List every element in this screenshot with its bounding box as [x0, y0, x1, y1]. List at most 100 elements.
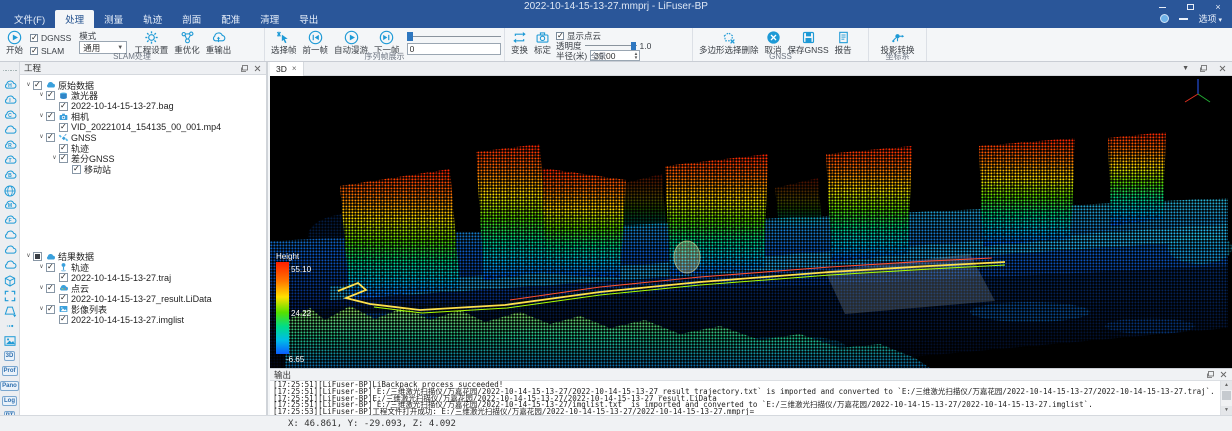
tree-item[interactable]: ∨GNSS [20, 133, 266, 144]
tree-checkbox[interactable] [72, 165, 81, 174]
report-button[interactable]: 报告 [832, 30, 855, 55]
expander-icon[interactable]: ∨ [37, 91, 46, 100]
tree-item[interactable]: 2022-10-14-15-13-27_result.LiData [20, 294, 266, 305]
menu-tab-7[interactable]: 导出 [289, 10, 328, 28]
tree-item[interactable]: ∨影像列表 [20, 304, 266, 315]
tab-3d[interactable]: 3D× [270, 62, 304, 76]
menu-tab-4[interactable]: 剖面 [172, 10, 211, 28]
tree-item[interactable]: 2022-10-14-15-13-27.traj [20, 273, 266, 284]
cloud-tool-4[interactable] [1, 123, 19, 138]
dgnss-checkbox[interactable]: DGNSS [30, 33, 71, 43]
expander-icon[interactable]: ∨ [37, 284, 46, 293]
cloud-tool-t[interactable]: T [1, 153, 19, 168]
close-view-icon[interactable] [1218, 64, 1227, 73]
tree-checkbox[interactable] [46, 284, 55, 293]
globe-tool[interactable] [1, 183, 19, 198]
tree-checkbox[interactable] [59, 154, 68, 163]
start-button[interactable]: 开始 [3, 30, 26, 55]
viewer-pt[interactable]: PT [1, 408, 19, 415]
show-pointcloud-checkbox[interactable] [556, 32, 564, 40]
expander-icon[interactable]: ∨ [37, 133, 46, 142]
tree-checkbox[interactable] [59, 123, 68, 132]
menu-file[interactable]: 文件(F) [4, 10, 55, 28]
viewer-log[interactable]: Log [1, 393, 19, 408]
cloud-tool-12[interactable] [1, 243, 19, 258]
scroll-down-icon[interactable]: ▼ [1221, 406, 1232, 415]
tree-checkbox[interactable] [33, 81, 42, 90]
viewer-pano[interactable]: Pano [1, 378, 19, 393]
expander-icon[interactable]: ∨ [37, 112, 46, 121]
tree-item[interactable]: ∨结果数据 [20, 252, 266, 263]
tree-checkbox[interactable] [59, 273, 68, 282]
cloud-tool-h[interactable]: H [1, 78, 19, 93]
tree-checkbox[interactable] [59, 315, 68, 324]
menu-tab-6[interactable]: 清理 [250, 10, 289, 28]
view-frustum[interactable] [1, 303, 19, 318]
tree-item[interactable]: ∨相机 [20, 112, 266, 123]
tree-checkbox[interactable] [59, 102, 68, 111]
tree-checkbox[interactable] [46, 133, 55, 142]
tree-item[interactable]: ∨差分GNSS [20, 154, 266, 165]
tree-item[interactable]: ∨激光器 [20, 91, 266, 102]
tree-checkbox[interactable] [46, 305, 55, 314]
point-size[interactable] [1, 318, 19, 333]
menu-tab-5[interactable]: 配准 [211, 10, 250, 28]
expander-icon[interactable]: ∨ [37, 305, 46, 314]
close-panel-icon[interactable] [253, 64, 262, 73]
calibrate-button[interactable]: 标定 [531, 30, 554, 55]
tree-checkbox[interactable] [46, 91, 55, 100]
tree-item[interactable]: 2022-10-14-15-13-27.bag [20, 101, 266, 112]
close-tab-icon[interactable]: × [292, 64, 297, 73]
cloud-tool-11[interactable] [1, 228, 19, 243]
frame-slider[interactable] [407, 32, 501, 41]
opacity-slider[interactable] [585, 42, 637, 50]
menu-tab-1[interactable]: 处理 [55, 10, 94, 28]
float-view-icon[interactable] [1199, 64, 1208, 73]
tree-item[interactable]: 轨迹 [20, 143, 266, 154]
tree-checkbox[interactable] [46, 112, 55, 121]
cloud-tool-c[interactable]: C [1, 108, 19, 123]
tree-item[interactable]: VID_20221014_154135_00_001.mp4 [20, 122, 266, 133]
close-panel-icon[interactable] [1219, 370, 1228, 379]
options-button[interactable]: 选项▾ [1198, 12, 1222, 25]
tree-item[interactable]: ∨原始数据 [20, 80, 266, 91]
transform-button[interactable]: 变换 [508, 30, 531, 55]
tree-item[interactable]: ∨点云 [20, 283, 266, 294]
tab-list-icon[interactable]: ▼ [1182, 65, 1189, 72]
cloud-tool-m[interactable]: M [1, 198, 19, 213]
reexport-button[interactable]: 重输出 [203, 30, 235, 55]
cloud-tool-i[interactable]: I [1, 93, 19, 108]
viewer-profile[interactable]: Prof [1, 363, 19, 378]
zoom-extent[interactable] [1, 288, 19, 303]
view-3d-box[interactable] [1, 273, 19, 288]
tree-item[interactable]: 移动站 [20, 164, 266, 175]
expander-icon[interactable]: ∨ [24, 252, 33, 261]
tree-item[interactable]: 2022-10-14-15-13-27.imglist [20, 315, 266, 326]
tree-checkbox[interactable] [59, 294, 68, 303]
cloud-tool-r[interactable]: R [1, 138, 19, 153]
select-frame-button[interactable]: 选择帧 [268, 30, 300, 55]
tree-checkbox[interactable] [33, 252, 42, 261]
cloud-tool-b[interactable]: B [1, 168, 19, 183]
tree-checkbox[interactable] [46, 263, 55, 272]
expander-icon[interactable]: ∨ [37, 263, 46, 272]
cloud-tool-f[interactable]: F [1, 213, 19, 228]
menu-tab-2[interactable]: 测量 [94, 10, 133, 28]
viewport-3d[interactable]: Height 55.10 24.22 -6.65 [270, 76, 1232, 368]
float-panel-icon[interactable] [240, 64, 249, 73]
scroll-up-icon[interactable]: ▲ [1221, 381, 1232, 390]
tree-checkbox[interactable] [59, 144, 68, 153]
polygon-delete-button[interactable]: 多边形选择删除 [696, 30, 762, 55]
prev-frame-button[interactable]: 前一帧 [300, 30, 332, 55]
menu-tab-3[interactable]: 轨迹 [133, 10, 172, 28]
viewer-3d[interactable]: 3D [1, 348, 19, 363]
expander-icon[interactable]: ∨ [24, 81, 33, 90]
collapse-ribbon-icon[interactable] [1179, 18, 1188, 20]
snapshot[interactable] [1, 333, 19, 348]
tree-item[interactable]: ∨轨迹 [20, 262, 266, 273]
reoptimize-button[interactable]: 重优化 [171, 30, 203, 55]
output-scrollbar[interactable]: ▲ ▼ [1220, 381, 1232, 415]
expander-icon[interactable]: ∨ [50, 154, 59, 163]
cloud-tool-13[interactable] [1, 258, 19, 273]
quick-access-icon[interactable] [1160, 14, 1169, 23]
